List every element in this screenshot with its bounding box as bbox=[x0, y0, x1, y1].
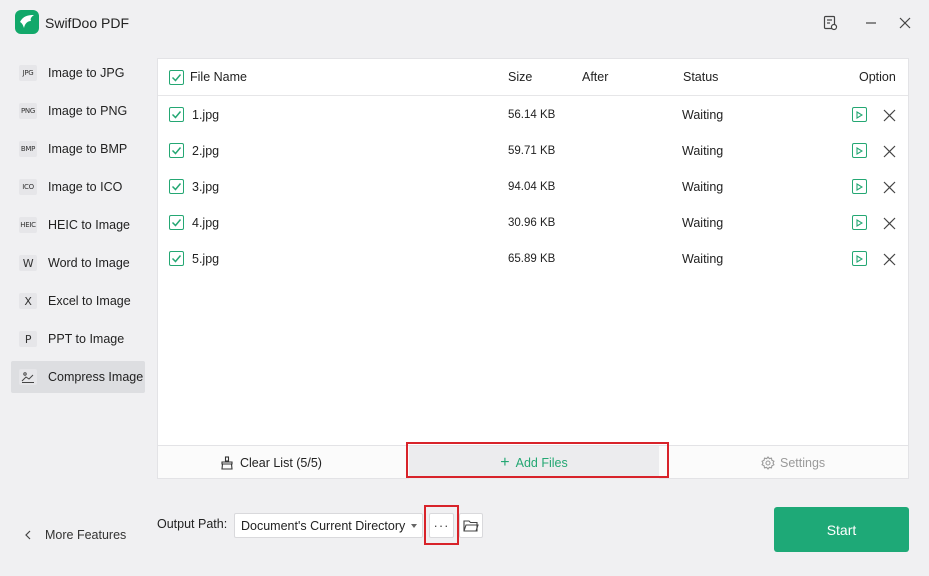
close-icon[interactable] bbox=[895, 13, 915, 33]
compress-image-icon bbox=[19, 369, 37, 385]
start-button[interactable]: Start bbox=[774, 507, 909, 552]
sidebar-item-image-to-bmp[interactable]: BMP Image to BMP bbox=[11, 133, 145, 165]
sidebar-item-excel-to-image[interactable]: X Excel to Image bbox=[11, 285, 145, 317]
sidebar-item-label: Compress Image bbox=[48, 370, 144, 384]
table-row: 2.jpg 59.71 KB Waiting bbox=[158, 133, 908, 169]
ppt-icon: P bbox=[19, 331, 37, 347]
header-file-name: File Name bbox=[190, 70, 247, 84]
header-status: Status bbox=[683, 70, 719, 84]
table-row: 1.jpg 56.14 KB Waiting bbox=[158, 97, 908, 133]
play-icon[interactable] bbox=[852, 107, 867, 122]
table-row: 5.jpg 65.89 KB Waiting bbox=[158, 241, 908, 277]
folder-icon bbox=[463, 519, 479, 532]
jpg-icon: JPG bbox=[19, 65, 37, 81]
bmp-icon: BMP bbox=[19, 141, 37, 157]
gear-icon bbox=[761, 455, 775, 470]
add-files-button[interactable]: + Add Files bbox=[409, 446, 659, 479]
output-path-value: Document's Current Directory bbox=[241, 518, 406, 533]
file-name: 2.jpg bbox=[192, 144, 220, 158]
file-name: 5.jpg bbox=[192, 252, 220, 266]
sidebar-item-image-to-jpg[interactable]: JPG Image to JPG bbox=[11, 57, 145, 89]
play-icon[interactable] bbox=[852, 251, 867, 266]
file-status: Waiting bbox=[682, 216, 724, 230]
sidebar-item-label: HEIC to Image bbox=[48, 218, 130, 232]
more-features-link[interactable]: More Features bbox=[22, 528, 126, 542]
sidebar-item-label: Excel to Image bbox=[48, 294, 131, 308]
file-status: Waiting bbox=[682, 180, 724, 194]
sidebar-item-label: Image to PNG bbox=[48, 104, 128, 118]
file-size: 94.04 KB bbox=[508, 181, 556, 193]
browse-dots-button[interactable]: ··· bbox=[429, 513, 454, 538]
sidebar-item-label: Image to JPG bbox=[48, 66, 125, 80]
sidebar-item-heic-to-image[interactable]: HEIC HEIC to Image bbox=[11, 209, 145, 241]
action-bar: Clear List (5/5) + Add Files Settings bbox=[158, 445, 908, 479]
table-header: File Name Size After Status Option bbox=[158, 59, 908, 96]
more-dots-icon: ··· bbox=[433, 518, 450, 533]
app-title: SwifDoo PDF bbox=[45, 15, 130, 31]
file-name: 3.jpg bbox=[192, 180, 220, 194]
dropdown-caret-icon bbox=[411, 524, 417, 528]
sidebar-item-label: Image to BMP bbox=[48, 142, 128, 156]
output-path-select[interactable]: Document's Current Directory bbox=[234, 513, 423, 538]
open-folder-button[interactable] bbox=[459, 513, 483, 538]
more-features-label: More Features bbox=[45, 528, 127, 542]
row-checkbox[interactable] bbox=[169, 179, 184, 194]
settings-label: Settings bbox=[780, 455, 826, 470]
word-icon: W bbox=[19, 255, 37, 271]
sidebar-item-label: Image to ICO bbox=[48, 180, 123, 194]
table-row: 3.jpg 94.04 KB Waiting bbox=[158, 169, 908, 205]
play-icon[interactable] bbox=[852, 215, 867, 230]
file-size: 30.96 KB bbox=[508, 217, 556, 229]
ico-icon: ICO bbox=[19, 179, 37, 195]
remove-file-icon[interactable] bbox=[881, 215, 897, 231]
output-path-label: Output Path: bbox=[157, 517, 228, 531]
file-name: 4.jpg bbox=[192, 216, 220, 230]
remove-file-icon[interactable] bbox=[881, 107, 897, 123]
sidebar-item-image-to-png[interactable]: PNG Image to PNG bbox=[11, 95, 145, 127]
minimize-icon[interactable] bbox=[861, 13, 881, 33]
chevron-left-icon bbox=[25, 530, 31, 540]
file-size: 56.14 KB bbox=[508, 109, 556, 121]
header-size: Size bbox=[508, 70, 533, 84]
select-all-checkbox[interactable] bbox=[169, 70, 184, 85]
file-name: 1.jpg bbox=[192, 108, 220, 122]
file-size: 59.71 KB bbox=[508, 145, 556, 157]
file-status: Waiting bbox=[682, 252, 724, 266]
row-checkbox[interactable] bbox=[169, 107, 184, 122]
sidebar-item-image-to-ico[interactable]: ICO Image to ICO bbox=[11, 171, 145, 203]
play-icon[interactable] bbox=[852, 179, 867, 194]
sidebar-item-label: Word to Image bbox=[48, 256, 130, 270]
png-icon: PNG bbox=[19, 103, 37, 119]
file-size: 65.89 KB bbox=[508, 253, 556, 265]
sidebar-item-label: PPT to Image bbox=[48, 332, 125, 346]
remove-file-icon[interactable] bbox=[881, 179, 897, 195]
clear-list-button[interactable]: Clear List (5/5) bbox=[220, 446, 322, 479]
sidebar-item-compress-image[interactable]: Compress Image bbox=[11, 361, 145, 393]
header-after: After bbox=[582, 70, 609, 84]
play-icon[interactable] bbox=[852, 143, 867, 158]
file-list-panel: File Name Size After Status Option 1.jpg… bbox=[157, 58, 909, 479]
clear-list-label: Clear List (5/5) bbox=[240, 455, 322, 470]
row-checkbox[interactable] bbox=[169, 143, 184, 158]
broom-icon bbox=[221, 455, 233, 470]
plus-icon: + bbox=[500, 453, 510, 471]
sidebar-item-word-to-image[interactable]: W Word to Image bbox=[11, 247, 145, 279]
add-files-label: Add Files bbox=[515, 455, 568, 470]
sidebar-item-ppt-to-image[interactable]: P PPT to Image bbox=[11, 323, 145, 355]
remove-file-icon[interactable] bbox=[881, 251, 897, 267]
app-logo-icon bbox=[15, 10, 39, 34]
file-status: Waiting bbox=[682, 144, 724, 158]
settings-button[interactable]: Settings bbox=[761, 446, 825, 479]
excel-icon: X bbox=[19, 293, 37, 309]
row-checkbox[interactable] bbox=[169, 251, 184, 266]
table-row: 4.jpg 30.96 KB Waiting bbox=[158, 205, 908, 241]
remove-file-icon[interactable] bbox=[881, 143, 897, 159]
header-option: Option bbox=[859, 70, 896, 84]
heic-icon: HEIC bbox=[19, 217, 37, 233]
title-bar: SwifDoo PDF bbox=[0, 0, 929, 46]
row-checkbox[interactable] bbox=[169, 215, 184, 230]
file-status: Waiting bbox=[682, 108, 724, 122]
feedback-icon[interactable] bbox=[820, 13, 840, 33]
